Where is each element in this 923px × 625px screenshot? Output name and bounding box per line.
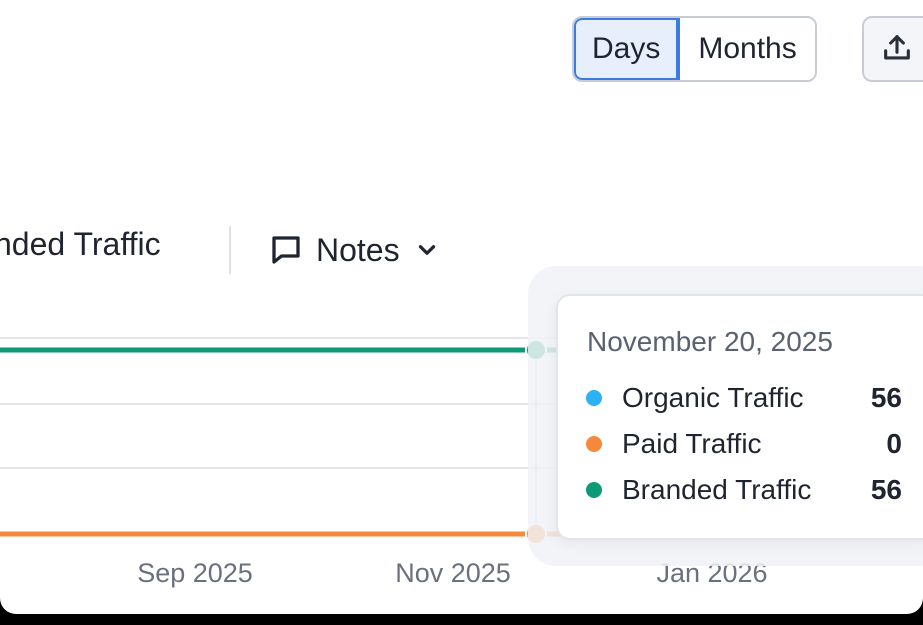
chart-tooltip: November 20, 2025 Organic Traffic 56 Pai…	[556, 294, 923, 540]
organic-dot-icon	[586, 390, 602, 406]
period-days-button[interactable]: Days	[574, 18, 681, 80]
notes-label: Notes	[316, 231, 400, 268]
period-months-button[interactable]: Months	[680, 18, 815, 80]
tooltip-value: 0	[886, 428, 902, 459]
tooltip-label: Paid Traffic	[622, 428, 762, 459]
x-tick-label: Nov 2025	[395, 558, 511, 588]
tooltip-row-branded: Branded Traffic 56	[586, 472, 902, 508]
x-tick-label: Sep 2025	[137, 558, 253, 588]
upload-icon	[884, 35, 910, 60]
tooltip-date: November 20, 2025	[587, 326, 833, 357]
branded-dot-icon	[586, 482, 602, 498]
chevron-down-icon	[414, 237, 440, 263]
export-button[interactable]	[862, 16, 923, 82]
tooltip-row-organic: Organic Traffic 56	[586, 380, 902, 416]
legend-item-branded-traffic[interactable]: nded Traffic	[0, 226, 161, 263]
notes-dropdown[interactable]: Notes	[268, 226, 440, 274]
comment-icon	[268, 232, 304, 268]
legend-divider	[229, 226, 231, 274]
tooltip-value: 56	[870, 382, 902, 413]
tooltip-label: Organic Traffic	[622, 382, 804, 413]
window-frame: Days Months nded Traffic Notes Sep 2025 …	[0, 0, 923, 625]
paid-dot-icon	[586, 436, 602, 452]
period-toggle: Days Months	[572, 16, 817, 82]
traffic-panel: Days Months nded Traffic Notes Sep 2025 …	[0, 0, 923, 614]
tooltip-row-paid: Paid Traffic 0	[586, 426, 902, 462]
tooltip-value: 56	[870, 474, 902, 505]
tooltip-label: Branded Traffic	[622, 474, 812, 505]
